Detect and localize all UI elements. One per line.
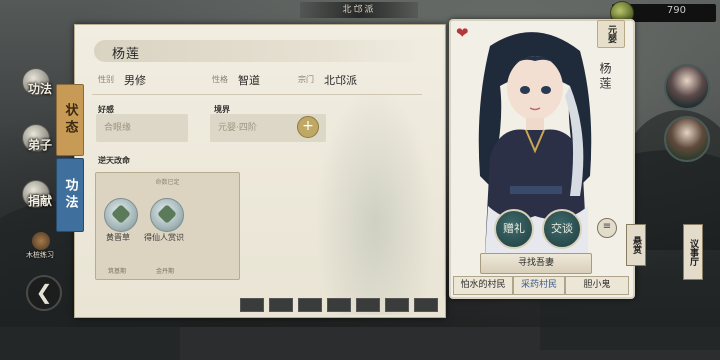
affection-field: 合眼缘	[96, 114, 188, 142]
herb-icon	[111, 204, 131, 224]
gift-button[interactable]: 赠礼	[494, 209, 534, 249]
nav-disciple-label: 弟子	[28, 138, 53, 152]
tab-status[interactable]: 状态	[56, 84, 84, 156]
fate-item-1-label: 黄晋草	[106, 233, 130, 242]
tab-skill[interactable]: 功法	[56, 158, 84, 232]
heart-icon: ❤	[456, 24, 469, 42]
reward-sign[interactable]: 悬赏	[626, 224, 646, 266]
fate-title: 逆天改命	[98, 155, 130, 165]
personality-value: 智道	[238, 74, 260, 87]
currency-value: 790	[666, 5, 686, 16]
gender-value: 男修	[124, 74, 146, 87]
avatar-2[interactable]	[664, 116, 710, 162]
ink-figure-decoration	[315, 85, 435, 315]
fate-item-1-sub: 筑基期	[108, 268, 127, 275]
relation-tab-3[interactable]: 胆小鬼	[565, 276, 629, 295]
back-button[interactable]: ❮	[26, 275, 62, 311]
bottom-strip	[240, 297, 450, 312]
name-bar	[94, 40, 424, 62]
nav-donate-label: 捐献	[28, 194, 53, 208]
nav-skill-label: 功法	[28, 82, 53, 96]
fate-item-2-sub: 金丹期	[156, 268, 175, 275]
practice-label[interactable]: 木桩练习	[26, 250, 54, 260]
menu-icon: ≡	[602, 221, 612, 232]
sect-title: 北邙派	[300, 2, 418, 18]
divider	[92, 94, 422, 95]
seek-spouse-button[interactable]: 寻找吾妻	[480, 253, 592, 274]
plus-icon: +	[302, 118, 314, 134]
fate-header: 命数已定	[155, 179, 180, 186]
fate-item-2-label: 得仙人赏识	[144, 233, 184, 242]
card-name: 杨莲	[598, 62, 612, 92]
relation-tab-1[interactable]: 怕水的村民	[453, 276, 513, 295]
practice-icon[interactable]	[32, 232, 50, 250]
sect-key: 宗门	[298, 75, 314, 84]
avatar-1[interactable]	[664, 64, 710, 110]
more-menu-button[interactable]: ≡	[597, 218, 617, 238]
immortal-icon	[157, 204, 177, 224]
relation-tab-2[interactable]: 采药村民	[513, 276, 565, 295]
realm-upgrade-button[interactable]: +	[297, 116, 319, 138]
realm-tag: 元婴	[597, 20, 625, 48]
personality-key: 性格	[212, 75, 228, 84]
character-name: 杨莲	[112, 47, 141, 62]
fate-item-2[interactable]	[150, 198, 184, 232]
talk-button[interactable]: 交谈	[542, 209, 582, 249]
sect-value: 北邙派	[324, 74, 357, 87]
gender-key: 性别	[98, 75, 114, 84]
fate-item-1[interactable]	[104, 198, 138, 232]
back-arrow-icon: ❮	[35, 280, 53, 304]
discuss-hall-sign[interactable]: 议事厅	[683, 224, 703, 280]
